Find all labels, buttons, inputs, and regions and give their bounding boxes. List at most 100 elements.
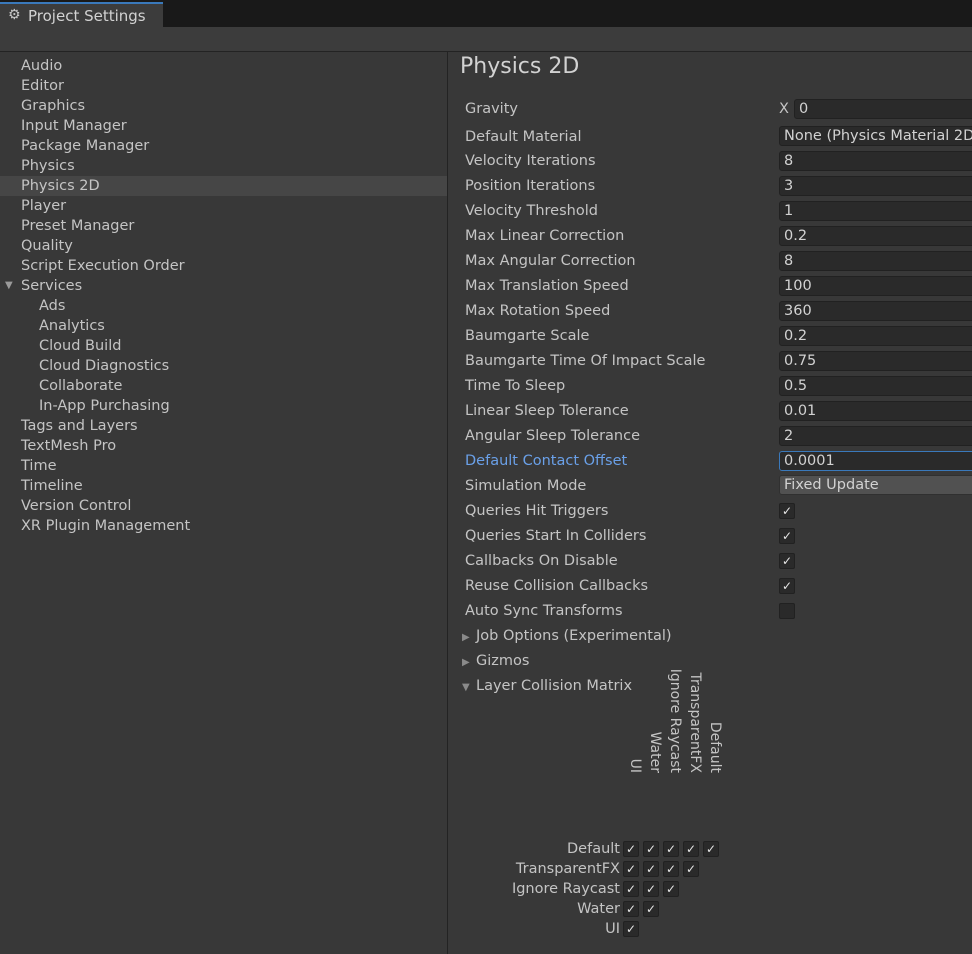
sidebar-item-cloud-diagnostics[interactable]: Cloud Diagnostics (0, 356, 447, 376)
callbacks-on-disable-label: Callbacks On Disable (465, 553, 618, 569)
sidebar-item-graphics[interactable]: Graphics (0, 96, 447, 116)
max-translation-speed-label: Max Translation Speed (465, 278, 629, 294)
default-contact-offset-input[interactable]: 0.0001 (779, 451, 972, 471)
sidebar-item-in-app-purchasing[interactable]: In-App Purchasing (0, 396, 447, 416)
auto-sync-transforms-checkbox[interactable] (779, 603, 795, 619)
sidebar-item-audio[interactable]: Audio (0, 56, 447, 76)
sidebar-item-version-control[interactable]: Version Control (0, 496, 447, 516)
callbacks-on-disable-checkbox[interactable]: ✓ (779, 553, 795, 569)
velocity-iterations-input[interactable]: 8 (779, 151, 972, 171)
matrix-checkbox-water-ui[interactable]: ✓ (623, 901, 639, 917)
sidebar-item-tags-and-layers[interactable]: Tags and Layers (0, 416, 447, 436)
sidebar-item-package-manager[interactable]: Package Manager (0, 136, 447, 156)
linear-sleep-tolerance-input[interactable]: 0.01 (779, 401, 972, 421)
matrix-checkbox-default-ui[interactable]: ✓ (623, 841, 639, 857)
default-contact-offset-label: Default Contact Offset (465, 453, 628, 469)
sidebar-item-cloud-build[interactable]: Cloud Build (0, 336, 447, 356)
toolbar (0, 27, 972, 52)
reuse-collision-callbacks-checkbox[interactable]: ✓ (779, 578, 795, 594)
sidebar-item-quality[interactable]: Quality (0, 236, 447, 256)
job-options-experimental-foldout[interactable]: ▶ Job Options (Experimental) (462, 626, 672, 646)
baumgarte-scale-input[interactable]: 0.2 (779, 326, 972, 346)
matrix-checkbox-ignore-raycast-water[interactable]: ✓ (643, 881, 659, 897)
max-rotation-speed-input[interactable]: 360 (779, 301, 972, 321)
matrix-column-label: TransparentFX (687, 672, 703, 773)
simulation-mode-dropdown[interactable]: Fixed Update (779, 475, 972, 495)
expand-triangle-icon[interactable]: ▼ (5, 276, 13, 296)
sidebar-item-services[interactable]: ▼ Services (0, 276, 447, 296)
sidebar-item-time[interactable]: Time (0, 456, 447, 476)
matrix-column-ui: UI (625, 653, 645, 773)
linear-sleep-tolerance-label: Linear Sleep Tolerance (465, 403, 629, 419)
sidebar-item-label: In-App Purchasing (39, 398, 170, 414)
gizmos-foldout[interactable]: ▶ Gizmos (462, 651, 529, 671)
queries-start-in-colliders-checkbox[interactable]: ✓ (779, 528, 795, 544)
matrix-checkbox-water-water[interactable]: ✓ (643, 901, 659, 917)
sidebar-item-label: Physics 2D (21, 178, 100, 194)
sidebar-item-timeline[interactable]: Timeline (0, 476, 447, 496)
sidebar-item-label: Audio (21, 58, 63, 74)
sidebar-item-ads[interactable]: Ads (0, 296, 447, 316)
position-iterations-label: Position Iterations (465, 178, 596, 194)
page-title: Physics 2D (460, 54, 580, 79)
project-settings-tab[interactable]: ⚙ Project Settings (0, 2, 163, 27)
sidebar-item-label: Collaborate (39, 378, 123, 394)
position-iterations-input[interactable]: 3 (779, 176, 972, 196)
matrix-column-label: Ignore Raycast (667, 668, 683, 773)
matrix-checkbox-default-ignore-raycast[interactable]: ✓ (663, 841, 679, 857)
sidebar-item-input-manager[interactable]: Input Manager (0, 116, 447, 136)
physics-2d-panel: Physics 2D Gravity X 0 Default Material … (448, 52, 972, 954)
window-titlebar: ⚙ Project Settings (0, 0, 972, 27)
sidebar-item-collaborate[interactable]: Collaborate (0, 376, 447, 396)
matrix-checkbox-ui-ui[interactable]: ✓ (623, 921, 639, 937)
sidebar-item-analytics[interactable]: Analytics (0, 316, 447, 336)
sidebar-item-label: XR Plugin Management (21, 518, 191, 534)
matrix-checkbox-default-transparentfx[interactable]: ✓ (683, 841, 699, 857)
velocity-threshold-input[interactable]: 1 (779, 201, 972, 221)
foldout-label: Layer Collision Matrix (476, 678, 633, 694)
sidebar-item-player[interactable]: Player (0, 196, 447, 216)
matrix-row-ui: UI (605, 921, 620, 937)
gravity-x-axis-label[interactable]: X (779, 101, 789, 117)
sidebar-item-label: Cloud Build (39, 338, 122, 354)
sidebar-item-editor[interactable]: Editor (0, 76, 447, 96)
velocity-threshold-label: Velocity Threshold (465, 203, 598, 219)
matrix-checkbox-ignore-raycast-ui[interactable]: ✓ (623, 881, 639, 897)
matrix-checkbox-transparentfx-ui[interactable]: ✓ (623, 861, 639, 877)
matrix-checkbox-default-water[interactable]: ✓ (643, 841, 659, 857)
matrix-column-transparentfx: TransparentFX (685, 653, 705, 773)
matrix-checkbox-transparentfx-water[interactable]: ✓ (643, 861, 659, 877)
baumgarte-time-of-impact-scale-input[interactable]: 0.75 (779, 351, 972, 371)
matrix-checkbox-default-default[interactable]: ✓ (703, 841, 719, 857)
baumgarte-time-of-impact-scale-label: Baumgarte Time Of Impact Scale (465, 353, 706, 369)
max-angular-correction-input[interactable]: 8 (779, 251, 972, 271)
foldout-label: Gizmos (476, 653, 530, 669)
sidebar-item-physics-2d[interactable]: Physics 2D (0, 176, 447, 196)
default-material-field[interactable]: None (Physics Material 2D) (779, 126, 972, 146)
angular-sleep-tolerance-input[interactable]: 2 (779, 426, 972, 446)
gravity-x-input[interactable]: 0 (794, 99, 972, 119)
reuse-collision-callbacks-label: Reuse Collision Callbacks (465, 578, 649, 594)
matrix-row-ignore-raycast: Ignore Raycast (511, 881, 620, 897)
sidebar-item-label: Tags and Layers (21, 418, 138, 434)
sidebar-item-label: Analytics (39, 318, 105, 334)
tab-title: Project Settings (28, 7, 146, 25)
sidebar-item-script-execution-order[interactable]: Script Execution Order (0, 256, 447, 276)
sidebar-item-textmesh-pro[interactable]: TextMesh Pro (0, 436, 447, 456)
layer-collision-matrix-foldout[interactable]: ▼ Layer Collision Matrix (462, 676, 632, 696)
sidebar-item-physics[interactable]: Physics (0, 156, 447, 176)
max-linear-correction-input[interactable]: 0.2 (779, 226, 972, 246)
matrix-checkbox-ignore-raycast-ignore-raycast[interactable]: ✓ (663, 881, 679, 897)
matrix-row-default: Default (567, 841, 620, 857)
sidebar-item-preset-manager[interactable]: Preset Manager (0, 216, 447, 236)
matrix-checkbox-transparentfx-transparentfx[interactable]: ✓ (683, 861, 699, 877)
time-to-sleep-input[interactable]: 0.5 (779, 376, 972, 396)
max-translation-speed-input[interactable]: 100 (779, 276, 972, 296)
gravity-label: Gravity (465, 101, 518, 117)
queries-hit-triggers-checkbox[interactable]: ✓ (779, 503, 795, 519)
default-material-label: Default Material (465, 129, 582, 145)
sidebar-item-xr-plugin-management[interactable]: XR Plugin Management (0, 516, 447, 536)
matrix-checkbox-transparentfx-ignore-raycast[interactable]: ✓ (663, 861, 679, 877)
sidebar-item-label: Preset Manager (21, 218, 135, 234)
queries-start-in-colliders-label: Queries Start In Colliders (465, 528, 647, 544)
